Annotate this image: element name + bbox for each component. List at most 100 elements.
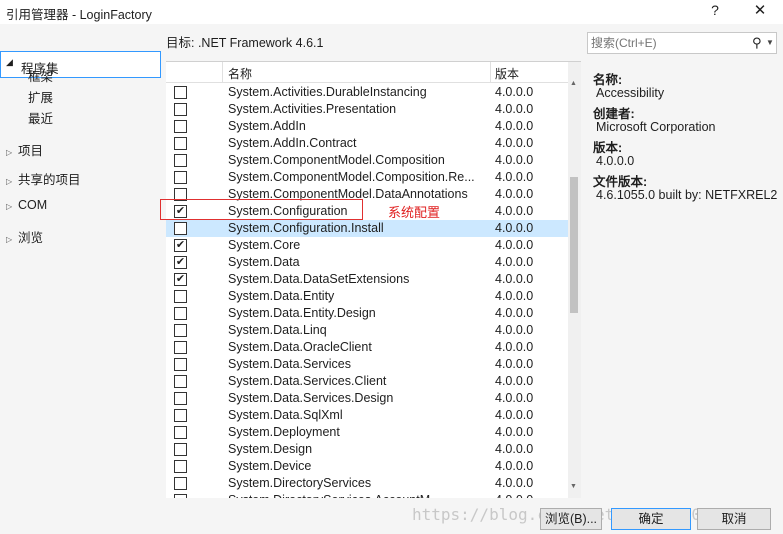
table-row[interactable]: System.Design 4.0.0.0: [166, 441, 568, 458]
checkbox[interactable]: [174, 86, 187, 99]
assembly-version: 4.0.0.0: [495, 238, 534, 252]
table-row[interactable]: System.AddIn.Contract 4.0.0.0: [166, 135, 568, 152]
nav-item-projects[interactable]: ▷ 项目: [6, 140, 43, 159]
checkbox[interactable]: [174, 290, 187, 303]
title-bar: 引用管理器 - LoginFactory ? ✕: [0, 0, 783, 24]
assembly-name: System.Data.Services: [228, 357, 351, 371]
nav-subitem-framework[interactable]: 框架: [28, 66, 53, 85]
table-row[interactable]: System.Data.SqlXml 4.0.0.0: [166, 407, 568, 424]
assembly-list: 名称 版本 System.Activities.DurableInstancin…: [166, 61, 581, 498]
checkbox[interactable]: [174, 477, 187, 490]
ok-button[interactable]: 确定: [611, 508, 691, 530]
checkbox[interactable]: [174, 443, 187, 456]
table-row[interactable]: System.Deployment 4.0.0.0: [166, 424, 568, 441]
nav-item-assemblies[interactable]: ◢ 程序集: [0, 51, 161, 78]
table-row[interactable]: System.Data.Entity 4.0.0.0: [166, 288, 568, 305]
table-row[interactable]: System.Data.Entity.Design 4.0.0.0: [166, 305, 568, 322]
checkbox[interactable]: [174, 307, 187, 320]
assembly-version: 4.0.0.0: [495, 425, 534, 439]
assembly-version: 4.0.0.0: [495, 187, 534, 201]
window-title: 引用管理器 - LoginFactory: [6, 8, 152, 22]
collapsed-arrow-icon: ▷: [6, 148, 13, 157]
table-row[interactable]: ✔ System.Data.DataSetExtensions 4.0.0.0: [166, 271, 568, 288]
table-row[interactable]: System.ComponentModel.Composition.Re... 4…: [166, 169, 568, 186]
assembly-name: System.Deployment: [228, 425, 340, 439]
table-row[interactable]: System.DirectoryServices.AccountM... 4.0.…: [166, 492, 568, 498]
collapsed-arrow-icon: ▷: [6, 235, 13, 244]
checkbox[interactable]: [174, 154, 187, 167]
checkbox[interactable]: [174, 120, 187, 133]
annotation-text: 系统配置: [388, 205, 441, 220]
assembly-version: 4.0.0.0: [495, 136, 534, 150]
checkbox-checked[interactable]: ✔: [174, 239, 187, 252]
assembly-version: 4.0.0.0: [495, 408, 534, 422]
table-row[interactable]: System.Device 4.0.0.0: [166, 458, 568, 475]
column-divider: [222, 62, 223, 82]
checkbox[interactable]: [174, 460, 187, 473]
assembly-name: System.Data.DataSetExtensions: [228, 272, 410, 286]
checkbox[interactable]: [174, 426, 187, 439]
checkbox[interactable]: [174, 103, 187, 116]
table-row[interactable]: System.Data.Linq 4.0.0.0: [166, 322, 568, 339]
table-row[interactable]: System.Data.OracleClient 4.0.0.0: [166, 339, 568, 356]
scrollbar-thumb[interactable]: [570, 177, 578, 313]
assembly-name: System.Data.Entity.Design: [228, 306, 376, 320]
checkbox[interactable]: [174, 222, 187, 235]
search-box[interactable]: ⚲ ▼: [587, 32, 777, 54]
chevron-down-icon[interactable]: ▼: [766, 38, 774, 47]
checkbox-checked[interactable]: ✔: [174, 256, 187, 269]
detail-creator-value: Microsoft Corporation: [596, 120, 716, 134]
assembly-name: System.Data.Services.Client: [228, 374, 387, 388]
help-button[interactable]: ?: [705, 2, 725, 18]
checkbox[interactable]: [174, 324, 187, 337]
table-row[interactable]: System.Configuration.Install 4.0.0.0: [166, 220, 568, 237]
detail-file-version-value: 4.6.1055.0 built by: NETFXREL2: [596, 188, 778, 202]
nav-item-com[interactable]: ▷ COM: [6, 198, 47, 212]
assembly-version: 4.0.0.0: [495, 340, 534, 354]
browse-button[interactable]: 浏览(B)...: [540, 508, 602, 530]
checkbox[interactable]: [174, 392, 187, 405]
checkbox-checked[interactable]: ✔: [174, 273, 187, 286]
checkbox[interactable]: [174, 171, 187, 184]
scroll-up-arrow-icon[interactable]: ▲: [570, 80, 577, 87]
checkbox[interactable]: [174, 358, 187, 371]
assembly-name: System.ComponentModel.Composition.Re...: [228, 170, 475, 184]
assembly-name: System.ComponentModel.Composition: [228, 153, 445, 167]
table-row[interactable]: System.Data.Services 4.0.0.0: [166, 356, 568, 373]
scroll-down-arrow-icon[interactable]: ▼: [570, 483, 577, 490]
assembly-name: System.Configuration.Install: [228, 221, 384, 235]
assembly-version: 4.0.0.0: [495, 204, 534, 218]
table-row[interactable]: System.Data.Services.Client 4.0.0.0: [166, 373, 568, 390]
assembly-name: System.DirectoryServices.AccountM...: [228, 493, 441, 498]
search-icon[interactable]: ⚲: [752, 35, 762, 51]
table-row[interactable]: System.Data.Services.Design 4.0.0.0: [166, 390, 568, 407]
checkbox[interactable]: [174, 409, 187, 422]
table-row[interactable]: System.AddIn 4.0.0.0: [166, 118, 568, 135]
checkbox[interactable]: [174, 494, 187, 498]
checkbox[interactable]: [174, 137, 187, 150]
table-row[interactable]: System.ComponentModel.Composition 4.0.0.0: [166, 152, 568, 169]
table-row[interactable]: ✔ System.Data 4.0.0.0: [166, 254, 568, 271]
nav-subitem-recent[interactable]: 最近: [28, 108, 53, 127]
nav-item-shared-projects[interactable]: ▷ 共享的项目: [6, 169, 81, 188]
table-row[interactable]: System.Activities.DurableInstancing 4.0.0…: [166, 84, 568, 101]
close-button[interactable]: ✕: [749, 1, 771, 19]
detail-version-value: 4.0.0.0: [596, 154, 635, 168]
column-header-version[interactable]: 版本: [495, 65, 519, 82]
assembly-name: System.Data.Linq: [228, 323, 327, 337]
assembly-version: 4.0.0.0: [495, 459, 534, 473]
assembly-name: System.DirectoryServices: [228, 476, 372, 490]
checkbox[interactable]: [174, 375, 187, 388]
nav-item-browse[interactable]: ▷ 浏览: [6, 227, 43, 246]
cancel-button[interactable]: 取消: [697, 508, 771, 530]
search-input[interactable]: [591, 35, 741, 51]
assembly-name: System.Data.Entity: [228, 289, 335, 303]
nav-subitem-extensions[interactable]: 扩展: [28, 87, 53, 106]
assembly-version: 4.0.0.0: [495, 374, 534, 388]
column-header-name[interactable]: 名称: [228, 65, 252, 82]
table-row[interactable]: System.DirectoryServices 4.0.0.0: [166, 475, 568, 492]
checkbox[interactable]: [174, 341, 187, 354]
table-row[interactable]: System.Activities.Presentation 4.0.0.0: [166, 101, 568, 118]
table-row[interactable]: ✔ System.Core 4.0.0.0: [166, 237, 568, 254]
left-nav-pane: ◢ 程序集 框架 扩展 最近 ▷ 项目 ▷ 共享的项目 ▷ COM ▷ 浏览: [0, 24, 162, 503]
